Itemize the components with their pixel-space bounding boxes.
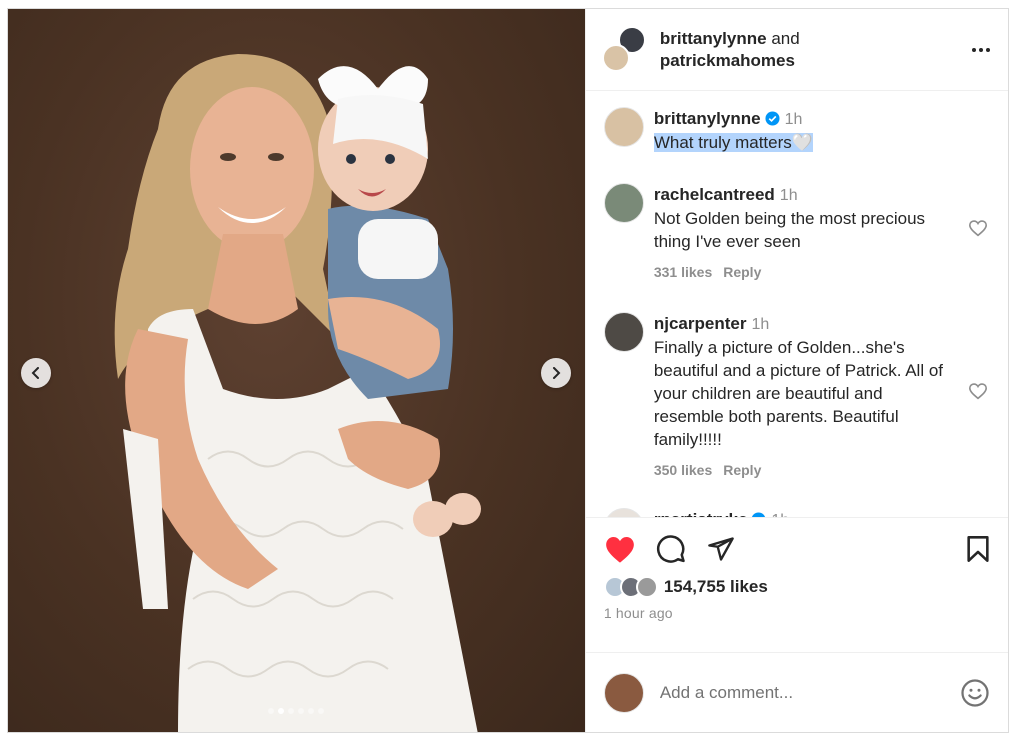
liker-avatars[interactable]: [603, 576, 658, 598]
comment-button[interactable]: [656, 534, 686, 564]
caption-text-value: What truly matters: [653, 133, 792, 152]
post-photo: [114, 54, 481, 732]
post-dialog: brittanylynne and patrickmahomes brittan…: [7, 8, 1009, 733]
comment-item: rpartistrykc 1h: [603, 508, 990, 517]
likes-count[interactable]: 154,755 likes: [664, 577, 768, 597]
avatar[interactable]: [603, 183, 644, 223]
caption: brittanylynne 1h What truly matters🤍: [603, 107, 990, 183]
comment-username[interactable]: brittanylynne: [654, 109, 761, 128]
comment-item: njcarpenter 1h Finally a picture of Golde…: [603, 312, 990, 508]
caption-text: What truly matters🤍: [653, 131, 954, 154]
author-link[interactable]: brittanylynne: [660, 29, 767, 48]
carousel-indicator: [8, 708, 585, 714]
comments-list[interactable]: brittanylynne 1h What truly matters🤍 rach…: [586, 91, 1008, 517]
more-dot-icon: [986, 47, 990, 52]
comment-bubble-icon: [656, 535, 685, 563]
emoji-smiley-icon: [961, 678, 989, 707]
comment-time: 1h: [779, 187, 798, 204]
previous-photo-button[interactable]: [21, 358, 51, 388]
more-dot-icon: [972, 47, 976, 52]
comment-input[interactable]: [659, 682, 960, 703]
like-button[interactable]: [604, 535, 636, 564]
post-authors: brittanylynne and patrickmahomes: [660, 28, 800, 72]
avatar[interactable]: [603, 312, 644, 352]
reply-button[interactable]: Reply: [723, 462, 761, 478]
comment-username[interactable]: rachelcantreed: [654, 185, 775, 204]
post-actions: 154,755 likes 1 hour ago: [585, 517, 1008, 652]
carousel-dot: [318, 708, 325, 714]
comment-username[interactable]: rpartistrykc: [654, 510, 748, 517]
avatar[interactable]: [603, 107, 644, 147]
comment-like-heart-icon[interactable]: [968, 382, 988, 400]
post-header: brittanylynne and patrickmahomes: [585, 9, 1008, 91]
comment-likes[interactable]: 350 likes: [654, 462, 712, 478]
collab-avatars[interactable]: [601, 25, 646, 72]
action-bar: [604, 532, 990, 566]
carousel-dot: [308, 708, 315, 714]
more-options-button[interactable]: [972, 47, 990, 52]
post-timestamp: 1 hour ago: [603, 605, 673, 621]
carousel-dot: [288, 708, 295, 714]
avatar: [601, 43, 630, 72]
verified-badge-icon: [765, 111, 780, 126]
heart-filled-icon: [606, 536, 634, 563]
reply-button[interactable]: Reply: [723, 264, 761, 280]
avatar: [635, 576, 658, 598]
comment-time: 1h: [771, 512, 789, 517]
chevron-left-icon: [31, 367, 39, 379]
comment-meta: 350 likes Reply: [654, 462, 954, 478]
comment-text: Finally a picture of Golden...she's beau…: [653, 338, 944, 449]
paper-plane-icon: [708, 537, 734, 561]
comment-text: Not Golden being the most precious thing…: [653, 209, 926, 251]
next-photo-button[interactable]: [541, 358, 571, 388]
comment-likes[interactable]: 331 likes: [654, 264, 712, 280]
caption-emoji: 🤍: [791, 133, 813, 152]
post-side-panel: brittanylynne and patrickmahomes brittan…: [584, 9, 1008, 732]
comment-username[interactable]: njcarpenter: [654, 314, 747, 333]
more-dot-icon: [979, 47, 983, 52]
carousel-dot: [268, 708, 275, 714]
save-button[interactable]: [966, 535, 990, 563]
chevron-right-icon: [553, 367, 561, 379]
comment-time: 1h: [784, 111, 803, 128]
bookmark-icon: [967, 536, 989, 562]
carousel-dot: [298, 708, 305, 714]
verified-badge-icon: [752, 512, 766, 517]
share-button[interactable]: [706, 535, 736, 563]
comment-item: rachelcantreed 1h Not Golden being the mo…: [603, 183, 990, 312]
comment-meta: 331 likes Reply: [654, 264, 954, 280]
carousel-dot-active: [278, 708, 285, 714]
and-text: and: [771, 28, 800, 48]
comment-time: 1h: [751, 316, 770, 333]
avatar: [603, 672, 644, 713]
likes-summary: 154,755 likes: [603, 576, 990, 598]
author-link[interactable]: patrickmahomes: [660, 51, 795, 70]
post-media[interactable]: [8, 9, 585, 732]
add-comment-bar: [585, 652, 1008, 732]
comment-like-heart-icon[interactable]: [968, 219, 988, 237]
emoji-button[interactable]: [960, 678, 990, 708]
avatar[interactable]: [603, 508, 644, 517]
